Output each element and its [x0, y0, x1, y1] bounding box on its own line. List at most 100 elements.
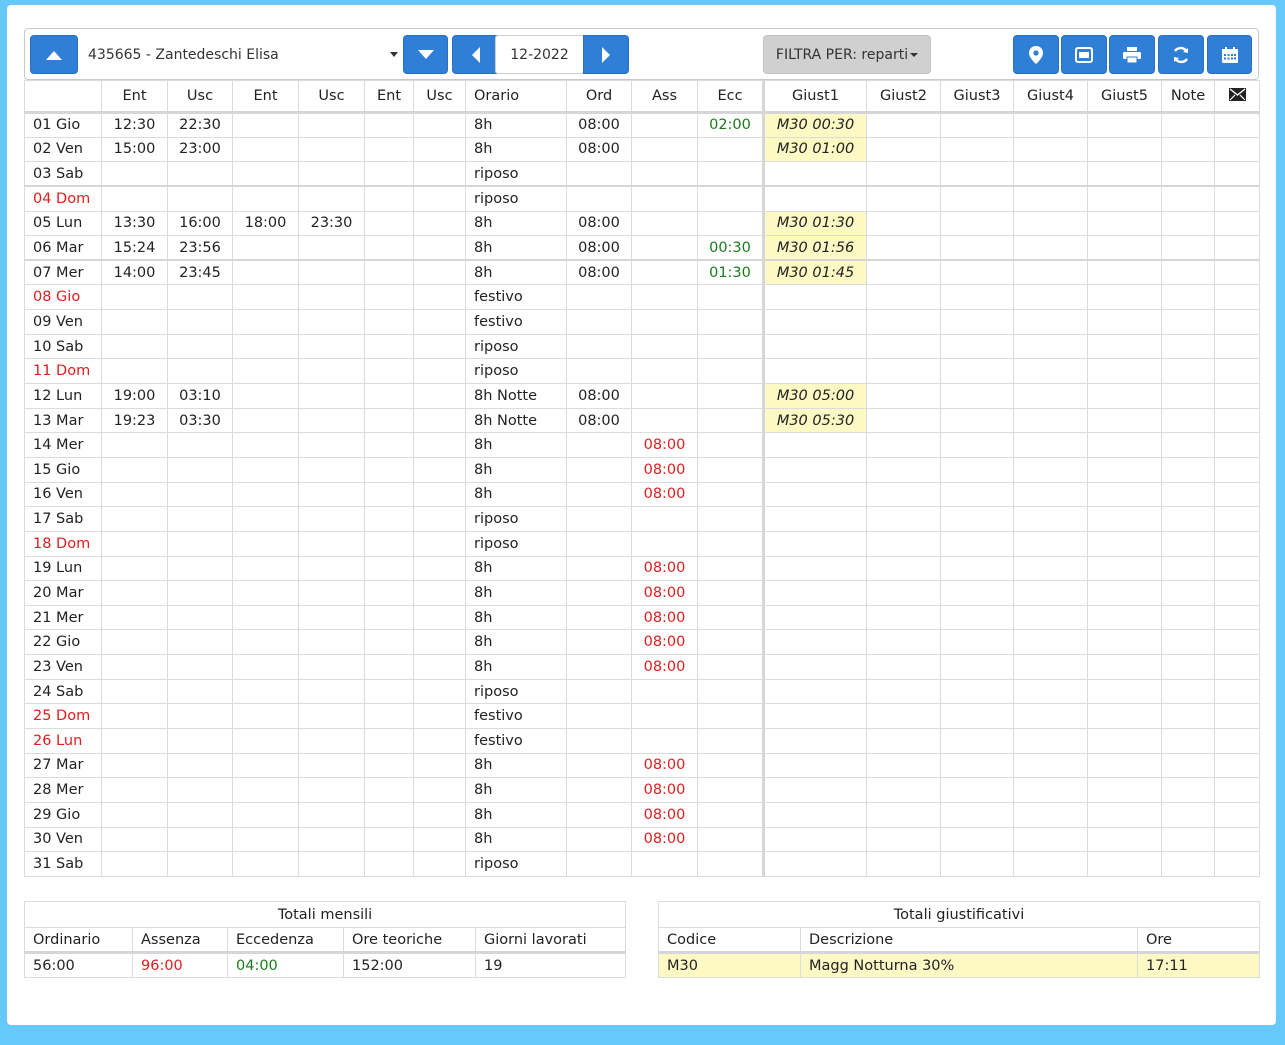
- ecc-cell[interactable]: [697, 801, 764, 828]
- table-row[interactable]: 21 Mer 8h 08:00: [24, 604, 1260, 631]
- ent2-cell[interactable]: [232, 678, 299, 705]
- col-mail-header[interactable]: [1214, 80, 1260, 114]
- usc3-cell[interactable]: [413, 530, 466, 557]
- ecc-cell[interactable]: [697, 309, 764, 335]
- usc3-cell[interactable]: [413, 826, 466, 853]
- ord-cell[interactable]: [566, 752, 632, 779]
- usc1-cell[interactable]: 23:56: [167, 235, 233, 261]
- ent3-cell[interactable]: [364, 752, 414, 779]
- ent1-cell[interactable]: [101, 629, 168, 656]
- print-button[interactable]: [1109, 35, 1155, 74]
- usc3-cell[interactable]: [413, 728, 466, 754]
- ent3-cell[interactable]: [364, 777, 414, 803]
- ord-cell[interactable]: [566, 604, 632, 631]
- ass-cell[interactable]: [631, 309, 698, 335]
- usc3-cell[interactable]: [413, 210, 466, 237]
- ass-cell[interactable]: 08:00: [631, 752, 698, 779]
- usc3-cell[interactable]: [413, 777, 466, 803]
- ent2-cell[interactable]: [232, 604, 299, 631]
- usc1-cell[interactable]: [167, 728, 233, 754]
- ent1-cell[interactable]: 12:30: [101, 112, 168, 138]
- ord-cell[interactable]: [566, 654, 632, 680]
- ent2-cell[interactable]: [232, 703, 299, 730]
- ecc-cell[interactable]: [697, 481, 764, 508]
- usc1-cell[interactable]: 16:00: [167, 210, 233, 237]
- table-row[interactable]: 08 Gio festivo: [24, 284, 1260, 311]
- usc2-cell[interactable]: [298, 161, 365, 187]
- table-row[interactable]: 15 Gio 8h 08:00: [24, 456, 1260, 483]
- usc3-cell[interactable]: [413, 161, 466, 187]
- ent1-cell[interactable]: [101, 530, 168, 557]
- ecc-cell[interactable]: [697, 728, 764, 754]
- ass-cell[interactable]: [631, 333, 698, 360]
- ecc-cell[interactable]: [697, 851, 764, 877]
- ent2-cell[interactable]: [232, 259, 299, 286]
- ent1-cell[interactable]: [101, 506, 168, 532]
- ass-cell[interactable]: [631, 136, 698, 163]
- ent1-cell[interactable]: [101, 481, 168, 508]
- ecc-cell[interactable]: [697, 333, 764, 360]
- usc3-cell[interactable]: [413, 456, 466, 483]
- usc1-cell[interactable]: [167, 851, 233, 877]
- usc2-cell[interactable]: [298, 752, 365, 779]
- ent3-cell[interactable]: [364, 161, 414, 187]
- giust1-cell[interactable]: [762, 358, 867, 385]
- usc3-cell[interactable]: [413, 703, 466, 730]
- ent3-cell[interactable]: [364, 851, 414, 877]
- usc2-cell[interactable]: [298, 851, 365, 877]
- ord-cell[interactable]: [566, 530, 632, 557]
- usc3-cell[interactable]: [413, 309, 466, 335]
- ass-cell[interactable]: [631, 358, 698, 385]
- next-month-button[interactable]: [583, 35, 629, 74]
- ecc-cell[interactable]: [697, 629, 764, 656]
- table-row[interactable]: 09 Ven festivo: [24, 309, 1260, 335]
- ent3-cell[interactable]: [364, 801, 414, 828]
- ecc-cell[interactable]: [697, 555, 764, 582]
- giust1-cell[interactable]: [762, 801, 867, 828]
- usc1-cell[interactable]: [167, 555, 233, 582]
- ass-cell[interactable]: 08:00: [631, 432, 698, 458]
- ass-cell[interactable]: [631, 161, 698, 187]
- location-button[interactable]: [1013, 35, 1059, 74]
- usc1-cell[interactable]: [167, 654, 233, 680]
- ent3-cell[interactable]: [364, 530, 414, 557]
- next-employee-button[interactable]: [403, 35, 448, 74]
- usc2-cell[interactable]: 23:30: [298, 210, 365, 237]
- ent1-cell[interactable]: [101, 604, 168, 631]
- ass-cell[interactable]: [631, 851, 698, 877]
- ent1-cell[interactable]: [101, 654, 168, 680]
- usc3-cell[interactable]: [413, 259, 466, 286]
- ord-cell[interactable]: [566, 826, 632, 853]
- usc2-cell[interactable]: [298, 481, 365, 508]
- usc3-cell[interactable]: [413, 481, 466, 508]
- usc3-cell[interactable]: [413, 136, 466, 163]
- usc2-cell[interactable]: [298, 383, 365, 409]
- ass-cell[interactable]: 08:00: [631, 604, 698, 631]
- ent2-cell[interactable]: [232, 383, 299, 409]
- usc1-cell[interactable]: [167, 506, 233, 532]
- giust1-cell[interactable]: M30 01:56: [762, 235, 867, 261]
- giust1-cell[interactable]: M30 01:30: [762, 210, 867, 237]
- ord-cell[interactable]: [566, 506, 632, 532]
- giust1-cell[interactable]: [762, 703, 867, 730]
- ecc-cell[interactable]: [697, 358, 764, 385]
- ass-cell[interactable]: 08:00: [631, 654, 698, 680]
- ord-cell[interactable]: [566, 777, 632, 803]
- ord-cell[interactable]: [566, 161, 632, 187]
- ecc-cell[interactable]: [697, 604, 764, 631]
- giust1-cell[interactable]: [762, 604, 867, 631]
- ent3-cell[interactable]: [364, 604, 414, 631]
- table-row[interactable]: 20 Mar 8h 08:00: [24, 580, 1260, 606]
- ass-cell[interactable]: 08:00: [631, 555, 698, 582]
- table-row[interactable]: 04 Dom riposo: [24, 185, 1260, 212]
- ord-cell[interactable]: 08:00: [566, 210, 632, 237]
- refresh-button[interactable]: [1158, 35, 1204, 74]
- ent2-cell[interactable]: [232, 481, 299, 508]
- table-row[interactable]: 17 Sab riposo: [24, 506, 1260, 532]
- ecc-cell[interactable]: [697, 752, 764, 779]
- ent2-cell[interactable]: [232, 728, 299, 754]
- ass-cell[interactable]: [631, 284, 698, 311]
- ent1-cell[interactable]: [101, 185, 168, 212]
- ent1-cell[interactable]: [101, 777, 168, 803]
- usc3-cell[interactable]: [413, 678, 466, 705]
